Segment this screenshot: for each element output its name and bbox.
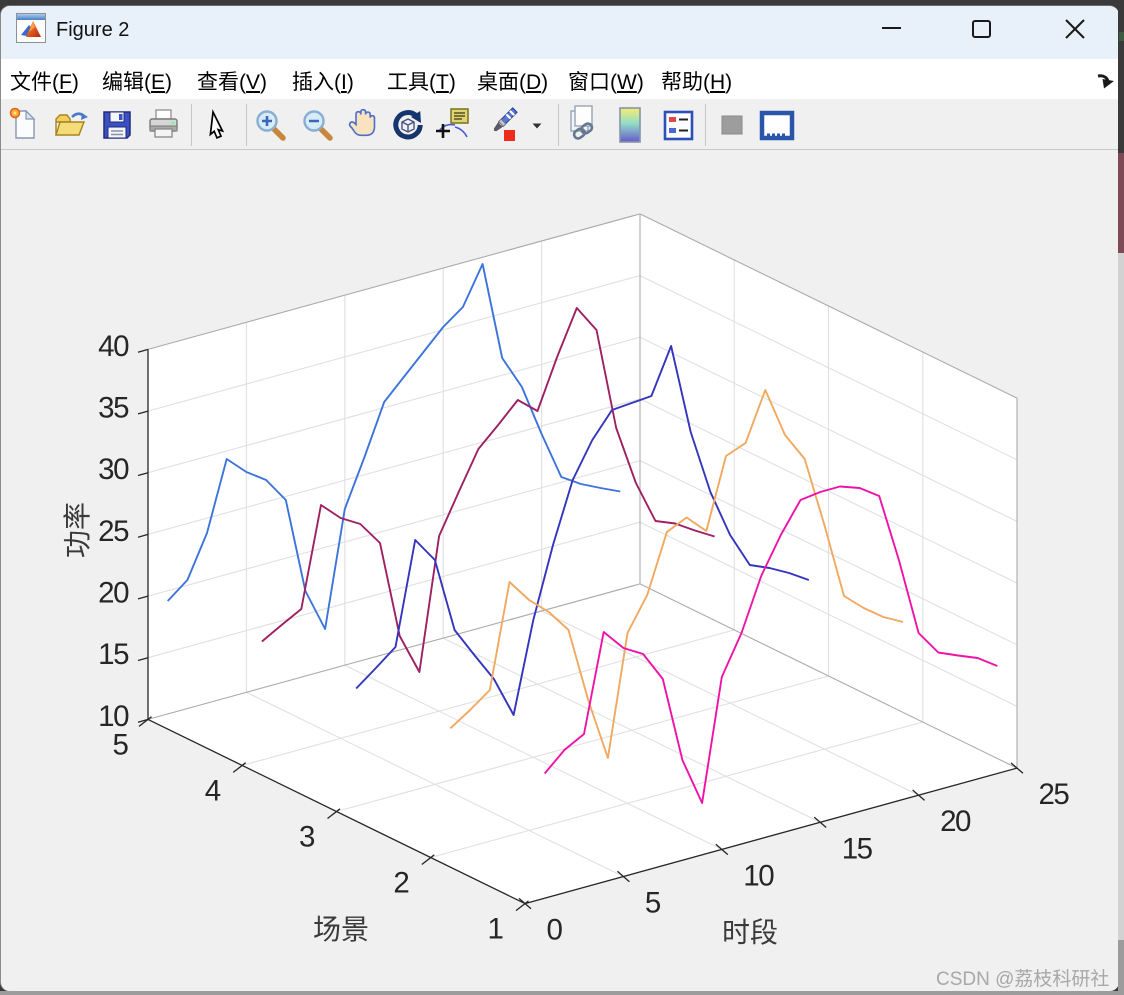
svg-text:15: 15: [842, 832, 873, 865]
svg-text:10: 10: [743, 859, 774, 892]
svg-text:功率: 功率: [62, 502, 93, 558]
svg-text:0: 0: [547, 914, 563, 947]
svg-text:25: 25: [1039, 778, 1070, 811]
svg-text:25: 25: [98, 515, 129, 548]
svg-text:40: 40: [98, 330, 129, 363]
svg-text:5: 5: [113, 728, 129, 761]
svg-text:场景: 场景: [313, 914, 369, 945]
svg-text:20: 20: [98, 577, 129, 610]
svg-text:1: 1: [488, 913, 503, 946]
svg-text:30: 30: [98, 453, 129, 486]
svg-text:15: 15: [98, 638, 129, 671]
svg-text:35: 35: [98, 392, 129, 425]
svg-text:时段: 时段: [722, 917, 778, 948]
svg-text:20: 20: [940, 805, 971, 838]
svg-text:4: 4: [205, 774, 221, 807]
svg-text:10: 10: [98, 700, 129, 733]
svg-text:5: 5: [645, 887, 661, 920]
svg-text:2: 2: [393, 867, 408, 900]
svg-text:3: 3: [299, 821, 315, 854]
